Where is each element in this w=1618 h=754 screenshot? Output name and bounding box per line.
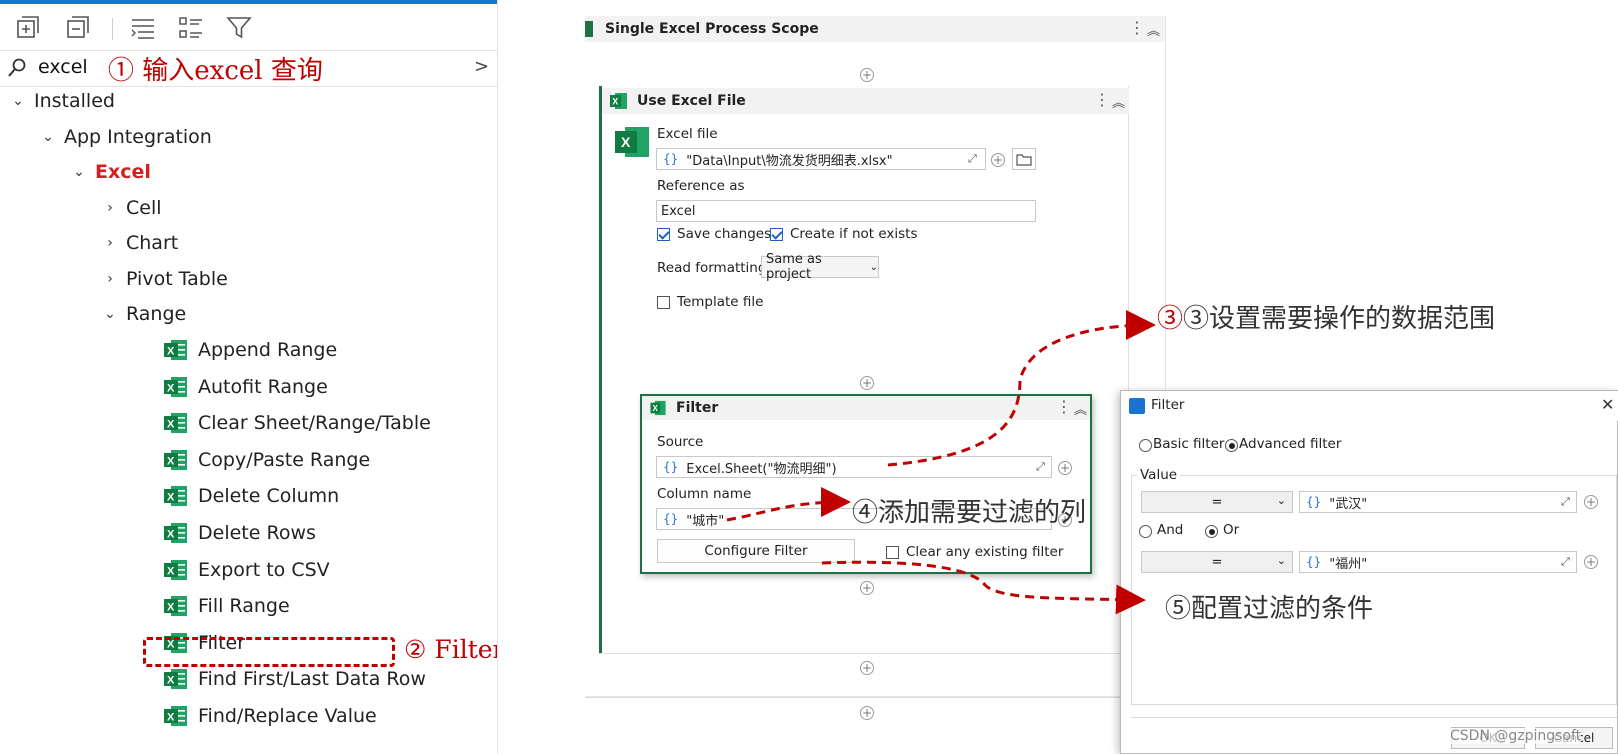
annotation-condition: ⑤配置过滤的条件 <box>1165 594 1374 624</box>
arrow-to-column <box>726 487 851 522</box>
arrow-to-range <box>887 310 1156 467</box>
annotation-data-range: ③③设置需要操作的数据范围 <box>1157 304 1496 334</box>
annotation-a3-text: ③设置需要操作的数据范围 <box>1183 304 1496 334</box>
annotation-column: ④添加需要过滤的列 <box>852 498 1087 528</box>
annotation-arrows <box>726 310 1156 615</box>
arrow-to-condition <box>821 560 1146 615</box>
